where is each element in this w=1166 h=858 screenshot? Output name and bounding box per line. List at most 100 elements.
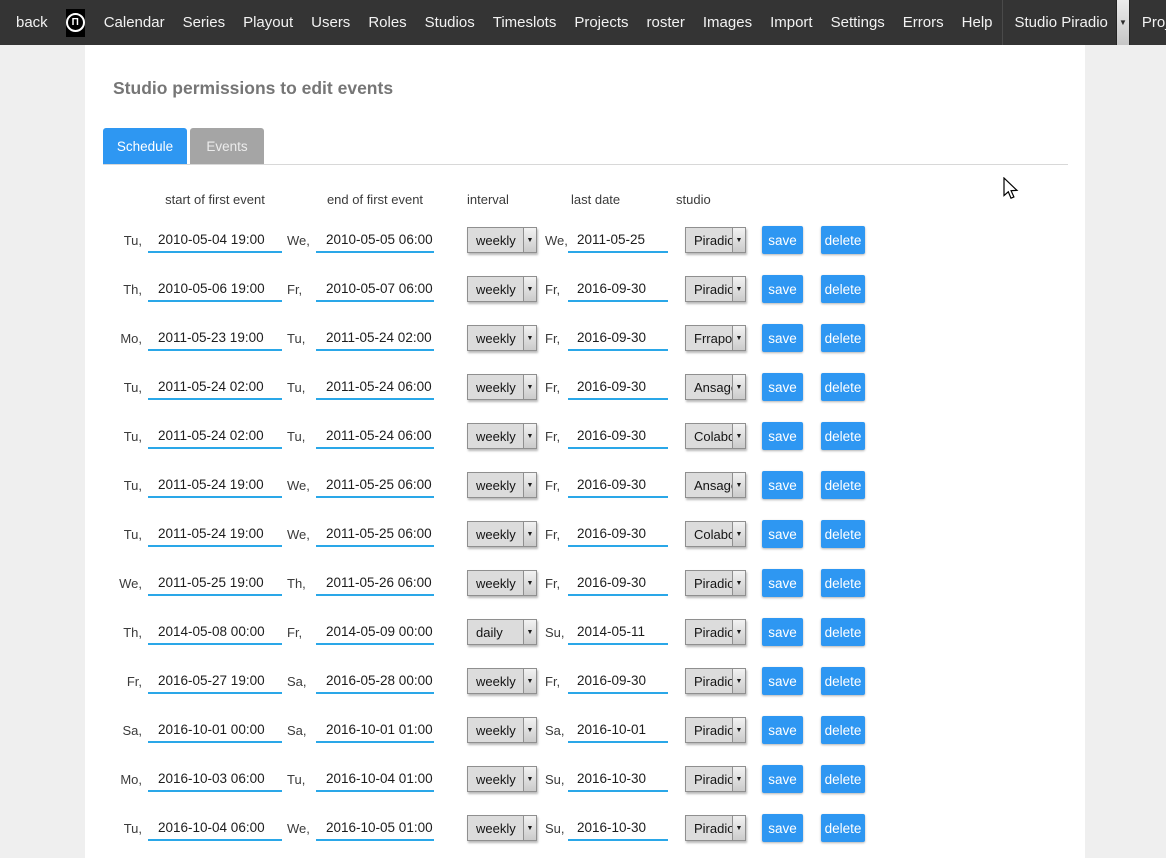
save-button[interactable]: save (762, 422, 803, 450)
chevron-down-icon[interactable]: ▼ (523, 424, 536, 448)
chevron-down-icon[interactable]: ▼ (523, 718, 536, 742)
save-button[interactable]: save (762, 373, 803, 401)
save-button[interactable]: save (762, 275, 803, 303)
chevron-down-icon[interactable]: ▼ (732, 473, 745, 497)
last-date-input[interactable] (568, 668, 668, 694)
chevron-down-icon[interactable]: ▼ (732, 326, 745, 350)
save-button[interactable]: save (762, 618, 803, 646)
end-datetime-input[interactable] (316, 472, 434, 498)
last-date-input[interactable] (568, 227, 668, 253)
nav-item[interactable]: Calendar (95, 0, 174, 45)
start-datetime-input[interactable] (148, 619, 282, 645)
end-datetime-input[interactable] (316, 668, 434, 694)
interval-select[interactable]: weekly ▼ (467, 570, 537, 596)
save-button[interactable]: save (762, 765, 803, 793)
delete-button[interactable]: delete (821, 471, 865, 499)
start-datetime-input[interactable] (148, 766, 282, 792)
start-datetime-input[interactable] (148, 472, 282, 498)
chevron-down-icon[interactable]: ▼ (523, 767, 536, 791)
delete-button[interactable]: delete (821, 275, 865, 303)
save-button[interactable]: save (762, 667, 803, 695)
start-datetime-input[interactable] (148, 423, 282, 449)
delete-button[interactable]: delete (821, 618, 865, 646)
delete-button[interactable]: delete (821, 716, 865, 744)
studio-row-select[interactable]: Ansage ▼ (685, 374, 746, 400)
studio-row-select[interactable]: Ansage ▼ (685, 472, 746, 498)
last-date-input[interactable] (568, 717, 668, 743)
last-date-input[interactable] (568, 521, 668, 547)
interval-select[interactable]: weekly ▼ (467, 815, 537, 841)
chevron-down-icon[interactable]: ▼ (732, 767, 745, 791)
studio-row-select[interactable]: Frrapo ▼ (685, 325, 746, 351)
nav-item[interactable]: Studios (416, 0, 484, 45)
chevron-down-icon[interactable]: ▼ (732, 669, 745, 693)
delete-button[interactable]: delete (821, 324, 865, 352)
end-datetime-input[interactable] (316, 374, 434, 400)
studio-row-select[interactable]: Colabo ▼ (685, 521, 746, 547)
chevron-down-icon[interactable]: ▼ (732, 375, 745, 399)
studio-row-select[interactable]: Piradio ▼ (685, 717, 746, 743)
project-select[interactable]: Project 88vier ▼ (1130, 0, 1166, 45)
start-datetime-input[interactable] (148, 668, 282, 694)
last-date-input[interactable] (568, 766, 668, 792)
studio-row-select[interactable]: Piradio ▼ (685, 619, 746, 645)
interval-select[interactable]: daily ▼ (467, 619, 537, 645)
start-datetime-input[interactable] (148, 521, 282, 547)
studio-row-select[interactable]: Piradio ▼ (685, 668, 746, 694)
chevron-down-icon[interactable]: ▼ (732, 277, 745, 301)
delete-button[interactable]: delete (821, 667, 865, 695)
studio-row-select[interactable]: Piradio ▼ (685, 766, 746, 792)
chevron-down-icon[interactable]: ▼ (732, 522, 745, 546)
tab-schedule[interactable]: Schedule (103, 128, 187, 165)
delete-button[interactable]: delete (821, 520, 865, 548)
last-date-input[interactable] (568, 374, 668, 400)
studio-select[interactable]: Studio Piradio ▼ (1002, 0, 1130, 45)
end-datetime-input[interactable] (316, 766, 434, 792)
nav-item[interactable]: Roles (359, 0, 415, 45)
save-button[interactable]: save (762, 226, 803, 254)
end-datetime-input[interactable] (316, 227, 434, 253)
chevron-down-icon[interactable]: ▼ (523, 620, 536, 644)
interval-select[interactable]: weekly ▼ (467, 717, 537, 743)
studio-row-select[interactable]: Piradio ▼ (685, 276, 746, 302)
chevron-down-icon[interactable]: ▼ (523, 571, 536, 595)
start-datetime-input[interactable] (148, 815, 282, 841)
interval-select[interactable]: weekly ▼ (467, 276, 537, 302)
chevron-down-icon[interactable]: ▼ (523, 522, 536, 546)
chevron-down-icon[interactable]: ▼ (523, 473, 536, 497)
delete-button[interactable]: delete (821, 373, 865, 401)
last-date-input[interactable] (568, 815, 668, 841)
chevron-down-icon[interactable]: ▼ (1116, 0, 1130, 45)
chevron-down-icon[interactable]: ▼ (732, 228, 745, 252)
end-datetime-input[interactable] (316, 815, 434, 841)
studio-row-select[interactable]: Piradio ▼ (685, 227, 746, 253)
chevron-down-icon[interactable]: ▼ (523, 375, 536, 399)
end-datetime-input[interactable] (316, 423, 434, 449)
chevron-down-icon[interactable]: ▼ (523, 326, 536, 350)
nav-item[interactable]: Series (174, 0, 235, 45)
save-button[interactable]: save (762, 814, 803, 842)
chevron-down-icon[interactable]: ▼ (732, 718, 745, 742)
nav-item[interactable]: Projects (565, 0, 637, 45)
last-date-input[interactable] (568, 570, 668, 596)
chevron-down-icon[interactable]: ▼ (523, 669, 536, 693)
chevron-down-icon[interactable]: ▼ (732, 571, 745, 595)
back-link[interactable]: back (0, 14, 64, 31)
chevron-down-icon[interactable]: ▼ (732, 816, 745, 840)
start-datetime-input[interactable] (148, 717, 282, 743)
delete-button[interactable]: delete (821, 569, 865, 597)
chevron-down-icon[interactable]: ▼ (732, 424, 745, 448)
nav-item[interactable]: Help (953, 0, 1002, 45)
save-button[interactable]: save (762, 716, 803, 744)
tab-events[interactable]: Events (190, 128, 264, 165)
end-datetime-input[interactable] (316, 570, 434, 596)
delete-button[interactable]: delete (821, 765, 865, 793)
start-datetime-input[interactable] (148, 570, 282, 596)
studio-row-select[interactable]: Colabo ▼ (685, 423, 746, 449)
end-datetime-input[interactable] (316, 276, 434, 302)
delete-button[interactable]: delete (821, 226, 865, 254)
chevron-down-icon[interactable]: ▼ (523, 277, 536, 301)
end-datetime-input[interactable] (316, 521, 434, 547)
start-datetime-input[interactable] (148, 276, 282, 302)
end-datetime-input[interactable] (316, 717, 434, 743)
